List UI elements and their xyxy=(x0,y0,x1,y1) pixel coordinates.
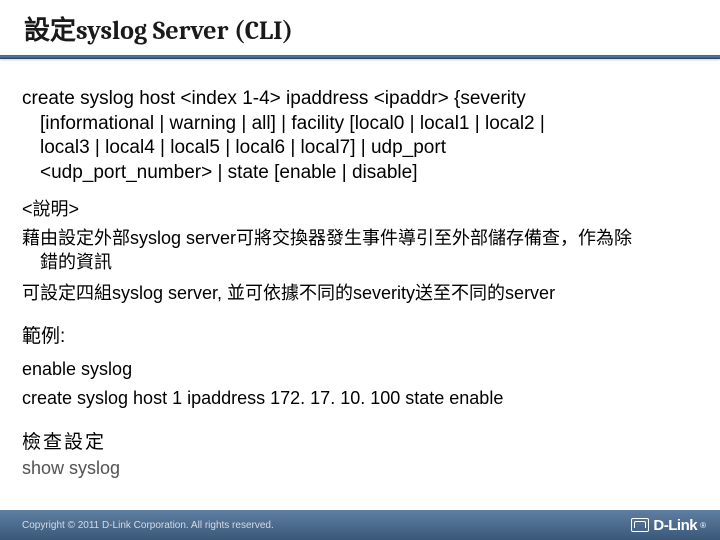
brand-logo: D-Link ® xyxy=(631,517,706,534)
check-label: 檢查設定 xyxy=(22,431,698,456)
command-line-1: create syslog host <index 1-4> ipaddress… xyxy=(22,88,526,109)
slide-container: 設定syslog Server (CLI) create syslog host… xyxy=(0,0,720,540)
logo-text: D-Link xyxy=(653,517,697,534)
description-1a: 藉由設定外部syslog server可將交換器發生事件導引至外部儲存備查，作為… xyxy=(22,228,632,248)
example-line-2: create syslog host 1 ipaddress 172. 17. … xyxy=(22,387,698,410)
description-2: 可設定四組syslog server, 並可依據不同的severity送至不同的… xyxy=(22,282,698,305)
title-zh: 設定 xyxy=(24,15,76,45)
command-line-4: <udp_port_number> | state [enable | disa… xyxy=(22,161,698,186)
slide-content: create syslog host <index 1-4> ipaddress… xyxy=(0,59,720,481)
footer-copyright: Copyright © 2011 D-Link Corporation. All… xyxy=(22,520,274,531)
dlink-icon xyxy=(631,518,649,532)
footer-bar: Copyright © 2011 D-Link Corporation. All… xyxy=(0,510,720,540)
registered-icon: ® xyxy=(700,521,706,530)
description-1: 藉由設定外部syslog server可將交換器發生事件導引至外部儲存備查，作為… xyxy=(22,227,698,274)
command-syntax: create syslog host <index 1-4> ipaddress… xyxy=(22,87,698,186)
command-line-3: local3 | local4 | local5 | local6 | loca… xyxy=(22,136,698,161)
title-en: syslog Server (CLI) xyxy=(76,16,293,46)
example-line-1: enable syslog xyxy=(22,358,698,381)
example-label: 範例: xyxy=(22,325,698,350)
slide-title: 設定syslog Server (CLI) xyxy=(0,0,720,55)
command-line-2: [informational | warning | all] | facili… xyxy=(22,112,698,137)
check-command: show syslog xyxy=(22,457,698,480)
description-1b: 錯的資訊 xyxy=(22,251,698,274)
explanation-label: <說明> xyxy=(22,198,698,221)
